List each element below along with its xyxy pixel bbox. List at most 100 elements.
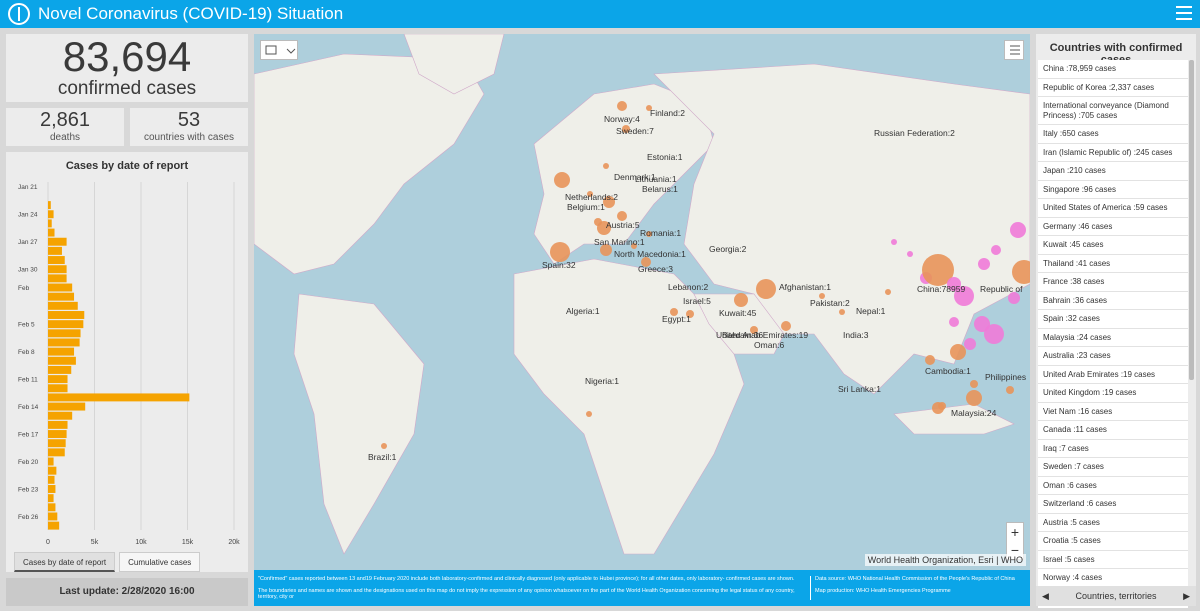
- country-list-item[interactable]: France :38 cases: [1038, 273, 1188, 292]
- country-list-item[interactable]: Norway :4 cases: [1038, 569, 1188, 588]
- disclaimer-confirmed-note: "Confirmed" cases reported between 13 an…: [258, 576, 795, 582]
- country-list-item[interactable]: Italy :650 cases: [1038, 125, 1188, 144]
- country-list-item[interactable]: Australia :23 cases: [1038, 347, 1188, 366]
- countries-count: 53: [177, 109, 201, 131]
- case-bubble[interactable]: [839, 309, 845, 315]
- country-list-item[interactable]: Israel :5 cases: [1038, 551, 1188, 569]
- map-bookmarks-button[interactable]: [260, 40, 298, 60]
- x-tick-label: 15k: [182, 539, 194, 546]
- case-bubble[interactable]: [949, 317, 959, 327]
- case-bubble[interactable]: [554, 172, 570, 188]
- country-list-item[interactable]: Croatia :5 cases: [1038, 532, 1188, 551]
- country-list-item[interactable]: Switzerland :6 cases: [1038, 495, 1188, 514]
- chart-bar: [48, 228, 55, 237]
- y-tick-label: Feb 5: [18, 321, 35, 328]
- prev-page-icon[interactable]: ◀: [1042, 591, 1049, 602]
- case-bubble[interactable]: [1010, 222, 1026, 238]
- case-bubble[interactable]: [991, 245, 1001, 255]
- case-bubble[interactable]: [617, 101, 627, 111]
- tab-cases-by-date[interactable]: Cases by date of report: [14, 552, 116, 572]
- country-map-label: Spain:32: [542, 260, 576, 270]
- country-list-item[interactable]: Republic of Korea :2,337 cases: [1038, 79, 1188, 97]
- country-map-label: Lebanon:2: [668, 282, 709, 292]
- country-list-item[interactable]: United Arab Emirates :19 cases: [1038, 366, 1188, 384]
- country-map-label: Georgia:2: [709, 244, 747, 254]
- country-list-item[interactable]: Oman :6 cases: [1038, 477, 1188, 495]
- chart-bar: [48, 256, 65, 265]
- case-bubble[interactable]: [734, 293, 748, 307]
- country-map-label: Philippines: [985, 372, 1027, 382]
- country-list-item[interactable]: China :78,959 cases: [1038, 60, 1188, 79]
- countries-list-scrollbar[interactable]: [1189, 60, 1194, 380]
- case-bubble[interactable]: [970, 380, 978, 388]
- case-bubble[interactable]: [966, 390, 982, 406]
- country-list-item[interactable]: United States of America :59 cases: [1038, 199, 1188, 218]
- countries-list[interactable]: China :78,959 cases Republic of Korea :2,…: [1038, 60, 1188, 608]
- country-map-label: Malaysia:24: [951, 408, 997, 418]
- y-tick-label: Jan 27: [18, 239, 38, 246]
- country-list-item[interactable]: Malaysia :24 cases: [1038, 329, 1188, 347]
- country-list-item[interactable]: India :3 cases: [1038, 606, 1188, 608]
- y-tick-label: Feb 26: [18, 514, 39, 521]
- next-page-icon[interactable]: ▶: [1183, 591, 1190, 602]
- case-bubble[interactable]: [907, 251, 913, 257]
- country-list-item[interactable]: Japan :210 cases: [1038, 162, 1188, 181]
- case-bubble[interactable]: [978, 258, 990, 270]
- case-bubble[interactable]: [891, 239, 897, 245]
- map-production-note: Map production: WHO Health Emergencies P…: [815, 588, 951, 594]
- country-map-label: Nigeria:1: [585, 376, 620, 386]
- country-list-item[interactable]: Austria :5 cases: [1038, 514, 1188, 532]
- country-list-item[interactable]: Thailand :41 cases: [1038, 255, 1188, 273]
- x-tick-label: 5k: [91, 539, 99, 546]
- y-tick-label: Feb 8: [18, 349, 35, 356]
- zoom-in-button[interactable]: +: [1007, 523, 1023, 541]
- country-list-item[interactable]: Singapore :96 cases: [1038, 181, 1188, 199]
- country-map-label: Pakistan:2: [810, 298, 850, 308]
- chart-bar: [48, 283, 73, 292]
- case-bubble[interactable]: [603, 163, 609, 169]
- case-bubble[interactable]: [550, 242, 570, 262]
- case-bubble[interactable]: [950, 344, 966, 360]
- case-bubble[interactable]: [586, 411, 592, 417]
- chart-bar: [48, 439, 66, 448]
- case-bubble[interactable]: [1006, 386, 1014, 394]
- country-list-item[interactable]: Viet Nam :16 cases: [1038, 403, 1188, 421]
- country-list-item[interactable]: Kuwait :45 cases: [1038, 236, 1188, 255]
- disclaimer-boundaries-note: The boundaries and names are shown and t…: [258, 588, 795, 600]
- chart-title: Cases by date of report: [65, 160, 189, 172]
- map-legend-button[interactable]: [1004, 40, 1024, 60]
- country-map-label: India:3: [843, 330, 869, 340]
- country-map-label: Norway:4: [604, 114, 640, 124]
- chart-bar: [48, 329, 81, 338]
- country-list-item[interactable]: United Kingdom :19 cases: [1038, 384, 1188, 403]
- y-tick-label: Feb 17: [18, 431, 39, 438]
- country-list-item[interactable]: Canada :11 cases: [1038, 421, 1188, 440]
- chart-bar: [48, 219, 52, 228]
- case-bubble[interactable]: [932, 402, 944, 414]
- case-bubble[interactable]: [381, 443, 387, 449]
- country-list-item[interactable]: Spain :32 cases: [1038, 310, 1188, 329]
- hamburger-menu-icon[interactable]: [1176, 6, 1192, 20]
- confirmed-label: confirmed cases: [57, 78, 197, 99]
- country-list-item[interactable]: Germany :46 cases: [1038, 218, 1188, 236]
- case-bubble[interactable]: [756, 279, 776, 299]
- world-map[interactable]: Norway:4 Finland:2 Sweden:7 Russian Federat…: [254, 34, 1030, 606]
- y-tick-label: Feb: [18, 285, 30, 292]
- countries-list-footer-label: Countries, territories: [1075, 591, 1157, 601]
- deaths-panel: 2,861 deaths: [6, 108, 124, 146]
- country-list-item[interactable]: International conveyance (Diamond Prince…: [1038, 97, 1188, 125]
- case-bubble[interactable]: [984, 324, 1004, 344]
- country-list-item[interactable]: Iran (Islamic Republic of) :245 cases: [1038, 144, 1188, 162]
- tab-cumulative-cases[interactable]: Cumulative cases: [119, 552, 201, 572]
- country-list-item[interactable]: Sweden :7 cases: [1038, 458, 1188, 477]
- case-bubble[interactable]: [925, 355, 935, 365]
- case-bubble[interactable]: [885, 289, 891, 295]
- chart-bar: [48, 485, 56, 493]
- y-tick-label: Feb 11: [18, 376, 38, 383]
- map-canvas[interactable]: [254, 34, 1030, 606]
- country-map-label: Afghanistan:1: [779, 282, 831, 292]
- case-bubble[interactable]: [964, 338, 976, 350]
- country-list-item[interactable]: Iraq :7 cases: [1038, 440, 1188, 458]
- country-list-item[interactable]: Bahrain :36 cases: [1038, 292, 1188, 310]
- chart-bar: [48, 265, 67, 274]
